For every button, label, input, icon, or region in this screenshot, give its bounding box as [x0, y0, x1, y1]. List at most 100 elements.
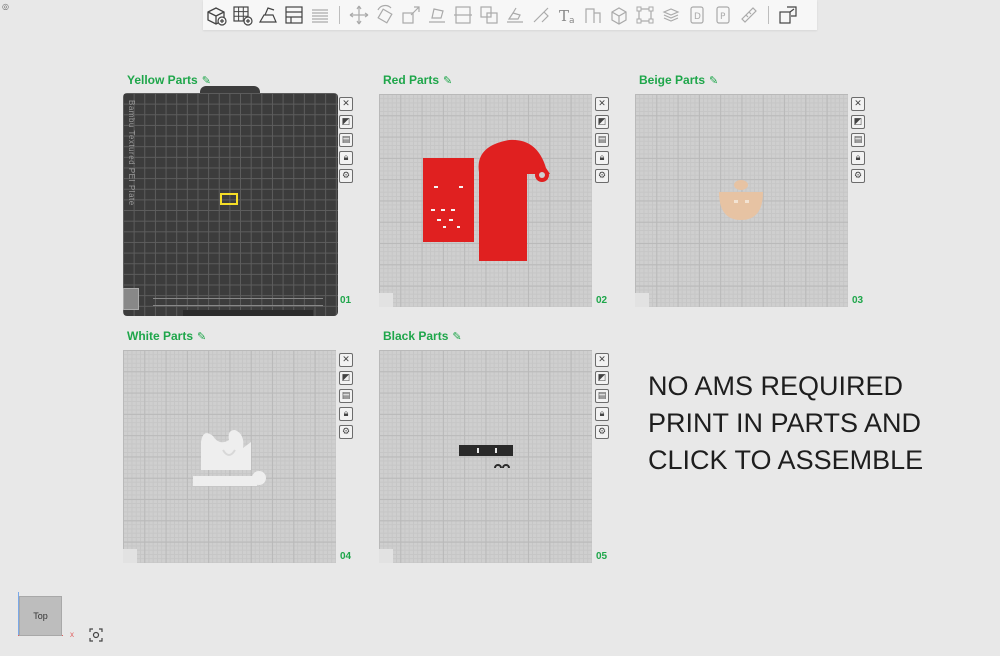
white-part-body[interactable] [201, 430, 251, 470]
arrange-plate-icon[interactable]: ▤ [595, 389, 609, 403]
ruler-icon[interactable] [736, 2, 762, 28]
red-part-panel[interactable] [423, 158, 474, 242]
auto-orient-icon[interactable]: ◩ [595, 371, 609, 385]
white-parts-svg [193, 430, 266, 486]
arrange-plate-icon[interactable]: ▤ [339, 133, 353, 147]
toolbar-separator [339, 6, 340, 24]
beige-parts-svg [719, 180, 763, 220]
plate-label-strip [183, 310, 313, 316]
plate-title-1[interactable]: Yellow Parts ✎ [127, 73, 211, 87]
settings-icon[interactable]: ⚙ [339, 425, 353, 439]
svg-text:P: P [720, 12, 726, 22]
red-parts-svg [423, 139, 550, 261]
auto-orient-icon[interactable]: ◩ [339, 115, 353, 129]
assemble-view-icon[interactable] [775, 2, 801, 28]
plate-title-4[interactable]: White Parts ✎ [127, 329, 206, 343]
rotate-icon[interactable] [372, 2, 398, 28]
black-part-bar[interactable] [459, 445, 513, 456]
main-toolbar: Ta D P [203, 0, 817, 30]
black-part-slot [495, 448, 497, 453]
arrange-plate-icon[interactable]: ▤ [595, 133, 609, 147]
add-object-icon[interactable] [203, 2, 229, 28]
svg-text:a: a [569, 16, 575, 26]
toolbar-separator [768, 6, 769, 24]
white-part-base[interactable] [193, 476, 257, 486]
zoom-fit-icon[interactable] [88, 627, 104, 643]
settings-icon[interactable]: ⚙ [851, 169, 865, 183]
orient-icon[interactable] [255, 2, 281, 28]
plate-icon[interactable] [281, 2, 307, 28]
plate-3-controls: ✕ ◩ ▤ 🔒︎ ⚙ [851, 97, 865, 183]
support-icon[interactable]: Ta [554, 2, 580, 28]
yellow-part[interactable] [220, 193, 238, 205]
lock-icon[interactable]: 🔒︎ [339, 151, 353, 165]
boolean-icon[interactable] [658, 2, 684, 28]
plate-title-label: Beige Parts [639, 73, 706, 87]
instruction-line-1: NO AMS REQUIRED [648, 371, 904, 401]
lock-icon[interactable]: 🔒︎ [851, 151, 865, 165]
auto-orient-icon[interactable]: ◩ [339, 371, 353, 385]
arrange-icon[interactable] [229, 2, 255, 28]
move-icon[interactable] [346, 2, 372, 28]
close-icon[interactable]: ✕ [339, 353, 353, 367]
auto-orient-icon[interactable]: ◩ [595, 115, 609, 129]
lock-icon[interactable]: 🔒︎ [339, 407, 353, 421]
split-icon[interactable] [476, 2, 502, 28]
lay-on-face-icon[interactable] [424, 2, 450, 28]
paint-icon[interactable] [502, 2, 528, 28]
close-icon[interactable]: ✕ [595, 97, 609, 111]
view-cube-label: Top [33, 611, 48, 621]
instruction-text: NO AMS REQUIRED PRINT IN PARTS AND CLICK… [648, 368, 968, 479]
measure-icon[interactable] [606, 2, 632, 28]
auto-orient-icon[interactable]: ◩ [851, 115, 865, 129]
white-part-round[interactable] [252, 471, 266, 485]
plate-2-controls: ✕ ◩ ▤ 🔒︎ ⚙ [595, 97, 609, 183]
lock-icon[interactable]: 🔒︎ [595, 151, 609, 165]
plate-5-controls: ✕ ◩ ▤ 🔒︎ ⚙ [595, 353, 609, 439]
window-corner-icon: ◎ [2, 2, 9, 11]
variable-layer-icon[interactable]: D [684, 2, 710, 28]
text-icon[interactable] [580, 2, 606, 28]
settings-icon[interactable]: ⚙ [595, 425, 609, 439]
plate-1[interactable] [123, 93, 338, 316]
plate-4[interactable] [123, 350, 336, 563]
settings-icon[interactable]: ⚙ [339, 169, 353, 183]
plate-title-3[interactable]: Beige Parts ✎ [639, 73, 718, 87]
view-cube[interactable]: Top [19, 596, 62, 636]
plate-title-5[interactable]: Black Parts ✎ [383, 329, 462, 343]
red-part-hat[interactable] [478, 139, 550, 261]
plate-1-controls: ✕ ◩ ▤ 🔒︎ ⚙ [339, 97, 353, 183]
plate-brand-label: Bambu Textured PEI Plate [127, 100, 136, 206]
close-icon[interactable]: ✕ [851, 97, 865, 111]
instruction-line-2: PRINT IN PARTS AND [648, 408, 922, 438]
arrange-plate-icon[interactable]: ▤ [339, 389, 353, 403]
scale-icon[interactable] [398, 2, 424, 28]
edit-pencil-icon[interactable]: ✎ [452, 330, 461, 343]
beige-part-face[interactable] [719, 192, 763, 220]
edit-pencil-icon[interactable]: ✎ [709, 74, 718, 87]
plate-title-label: White Parts [127, 329, 194, 343]
seam-icon[interactable] [528, 2, 554, 28]
settings-icon[interactable]: ⚙ [595, 169, 609, 183]
arrange-plate-icon[interactable]: ▤ [851, 133, 865, 147]
plate-3[interactable] [635, 94, 848, 307]
instruction-line-3: CLICK TO ASSEMBLE [648, 445, 924, 475]
plate-2[interactable] [379, 94, 592, 307]
cut-icon[interactable] [450, 2, 476, 28]
lock-icon[interactable]: 🔒︎ [595, 407, 609, 421]
plate-4-controls: ✕ ◩ ▤ 🔒︎ ⚙ [339, 353, 353, 439]
plate-number: 03 [852, 295, 864, 306]
plate-title-2[interactable]: Red Parts ✎ [383, 73, 452, 87]
edit-pencil-icon[interactable]: ✎ [443, 74, 452, 87]
close-icon[interactable]: ✕ [339, 97, 353, 111]
beige-part-nose[interactable] [734, 180, 748, 190]
edit-pencil-icon[interactable]: ✎ [197, 330, 206, 343]
shell-icon[interactable]: P [710, 2, 736, 28]
plate-title-label: Red Parts [383, 73, 440, 87]
layers-icon[interactable] [307, 2, 333, 28]
close-icon[interactable]: ✕ [595, 353, 609, 367]
plate-5[interactable] [379, 350, 592, 563]
black-part-eyes[interactable] [494, 464, 510, 469]
plate-front-edge [153, 298, 323, 306]
assembly-icon[interactable] [632, 2, 658, 28]
